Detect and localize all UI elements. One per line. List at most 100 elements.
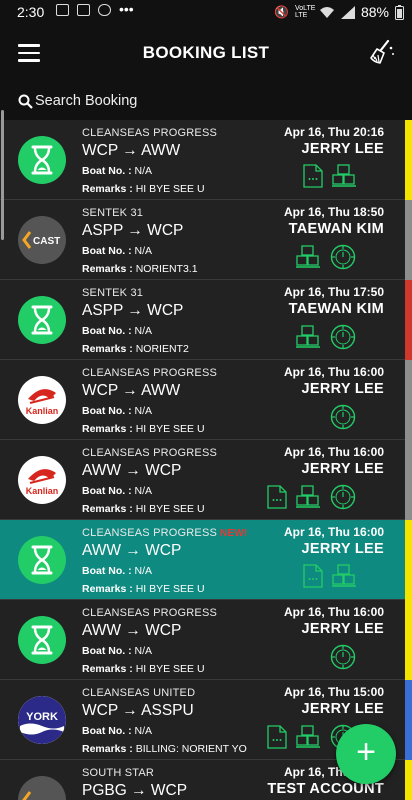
timer-icon[interactable] bbox=[329, 483, 357, 511]
booking-row[interactable]: CLEANSEAS PROGRESS AWW → WCP Boat No. : N/… bbox=[0, 600, 412, 680]
signal-icon bbox=[340, 5, 355, 19]
cast-logo-text: CAST bbox=[33, 236, 60, 247]
search-icon bbox=[18, 94, 33, 109]
boat-no: Boat No. : N/A bbox=[82, 405, 152, 417]
remarks-label: Remarks : bbox=[82, 183, 133, 195]
company-avatar bbox=[18, 776, 66, 800]
remarks-label: Remarks : bbox=[82, 263, 133, 275]
app-bar: BOOKING LIST bbox=[0, 24, 412, 84]
remarks-value: NORIENT2 bbox=[135, 343, 189, 355]
cargo-boxes-icon[interactable] bbox=[295, 244, 321, 270]
document-icon[interactable] bbox=[267, 485, 287, 509]
document-icon[interactable] bbox=[303, 564, 323, 588]
cargo-boxes-icon[interactable] bbox=[331, 163, 357, 189]
boat-no: Boat No. : N/A bbox=[82, 645, 152, 657]
remarks-value: NORIENT3.1 bbox=[135, 263, 198, 275]
company-label: SENTEK 31 bbox=[82, 287, 144, 299]
booking-row[interactable]: CAST SENTEK 31 ASPP → WCP Boat No. : N/A Rem… bbox=[0, 200, 412, 280]
battery-icon bbox=[395, 4, 404, 20]
kanlian-logo-text: Kanlian bbox=[26, 486, 59, 496]
scrollbar[interactable] bbox=[1, 110, 4, 240]
remarks-label: Remarks : bbox=[82, 663, 133, 675]
cargo-boxes-icon[interactable] bbox=[295, 484, 321, 510]
more-icon: ••• bbox=[119, 1, 134, 17]
search-input[interactable]: Search Booking bbox=[35, 93, 137, 109]
booking-list: CLEANSEAS PROGRESS WCP → AWW Boat No. : N/… bbox=[0, 120, 412, 800]
timer-icon[interactable] bbox=[329, 323, 357, 351]
add-booking-button[interactable]: + bbox=[336, 724, 396, 784]
search-bar[interactable]: Search Booking bbox=[0, 84, 412, 120]
network-label: VoLTE LTE bbox=[294, 5, 316, 19]
route: WCP → AWW bbox=[82, 382, 181, 399]
company-avatar bbox=[18, 296, 66, 344]
boat-value: N/A bbox=[134, 405, 153, 417]
route: AWW → WCP bbox=[82, 462, 182, 479]
boat-label: Boat No. : bbox=[82, 325, 132, 337]
person-name: JERRY LEE bbox=[301, 461, 384, 477]
cargo-boxes-icon[interactable] bbox=[331, 563, 357, 589]
company-avatar: Kanlian bbox=[18, 456, 66, 504]
status-time: 2:30 bbox=[17, 4, 45, 20]
company-name: CLEANSEAS UNITED bbox=[82, 687, 195, 699]
company-label: CLEANSEAS PROGRESS bbox=[82, 447, 218, 459]
booking-date: Apr 16, Thu 16:00 bbox=[283, 445, 384, 459]
cast-logo: CAST bbox=[22, 231, 60, 249]
document-icon[interactable] bbox=[303, 164, 323, 188]
booking-row[interactable]: SENTEK 31 ASPP → WCP Boat No. : N/A Remarks… bbox=[0, 280, 412, 360]
status-icons bbox=[267, 483, 357, 511]
status-color-strip bbox=[405, 360, 412, 440]
status-icons bbox=[329, 403, 357, 431]
boat-value: N/A bbox=[134, 325, 153, 337]
company-name: CLEANSEAS PROGRESS NEW! bbox=[82, 527, 248, 539]
remarks-label: Remarks : bbox=[82, 583, 133, 595]
status-color-strip bbox=[405, 520, 412, 600]
person-name: TAEWAN KIM bbox=[288, 221, 384, 237]
boat-label: Boat No. : bbox=[82, 565, 132, 577]
boat-value: N/A bbox=[134, 725, 153, 737]
notification-icons: ••• bbox=[56, 1, 134, 17]
stats-icon bbox=[77, 4, 90, 16]
remarks-value: HI BYE SEE U bbox=[135, 583, 205, 595]
boat-label: Boat No. : bbox=[82, 725, 132, 737]
gallery-icon bbox=[56, 4, 69, 16]
status-color-strip bbox=[405, 280, 412, 360]
timer-icon[interactable] bbox=[329, 243, 357, 271]
booking-date: Apr 16, Thu 16:00 bbox=[283, 605, 384, 619]
company-label: CLEANSEAS PROGRESS bbox=[82, 607, 218, 619]
york-logo-text: YORK bbox=[26, 711, 58, 723]
mute-icon: 🔇 bbox=[274, 5, 289, 19]
booking-row[interactable]: CLEANSEAS PROGRESS NEW! AWW → WCP Boat No. … bbox=[0, 520, 412, 600]
boat-value: N/A bbox=[134, 485, 153, 497]
cargo-boxes-icon[interactable] bbox=[295, 324, 321, 350]
system-icons: 🔇 VoLTE LTE 88% bbox=[274, 4, 404, 20]
add-icon: + bbox=[356, 733, 376, 771]
broom-icon[interactable] bbox=[368, 38, 396, 66]
booking-date: Apr 16, Thu 18:50 bbox=[283, 205, 384, 219]
remarks-label: Remarks : bbox=[82, 743, 133, 755]
timer-icon[interactable] bbox=[329, 643, 357, 671]
company-name: CLEANSEAS PROGRESS bbox=[82, 607, 217, 619]
hourglass-icon bbox=[31, 625, 53, 655]
document-icon[interactable] bbox=[267, 725, 287, 749]
hourglass-icon bbox=[31, 305, 53, 335]
booking-date: Apr 16, Thu 17:50 bbox=[283, 285, 384, 299]
page-title: BOOKING LIST bbox=[142, 43, 270, 62]
remarks: Remarks : HI BYE SEE U bbox=[82, 663, 205, 675]
person-name: JERRY LEE bbox=[301, 541, 384, 557]
timer-icon[interactable] bbox=[329, 403, 357, 431]
booking-row[interactable]: Kanlian CLEANSEAS PROGRESS WCP → AWW Boat N… bbox=[0, 360, 412, 440]
booking-row[interactable]: Kanlian CLEANSEAS PROGRESS AWW → WCP Boat N… bbox=[0, 440, 412, 520]
remarks-value: HI BYE SEE U bbox=[135, 663, 205, 675]
person-name: JERRY LEE bbox=[301, 381, 384, 397]
new-badge: NEW! bbox=[220, 528, 248, 539]
boat-no: Boat No. : N/A bbox=[82, 485, 152, 497]
cargo-boxes-icon[interactable] bbox=[295, 724, 321, 750]
boat-label: Boat No. : bbox=[82, 405, 132, 417]
booking-row[interactable]: CLEANSEAS PROGRESS WCP → AWW Boat No. : N/… bbox=[0, 120, 412, 200]
company-label: SOUTH STAR bbox=[82, 767, 155, 779]
company-label: CLEANSEAS PROGRESS bbox=[82, 127, 218, 139]
route: AWW → WCP bbox=[82, 542, 182, 559]
wifi-icon bbox=[319, 6, 334, 18]
company-label: CLEANSEAS PROGRESS bbox=[82, 527, 218, 539]
boat-label: Boat No. : bbox=[82, 165, 132, 177]
